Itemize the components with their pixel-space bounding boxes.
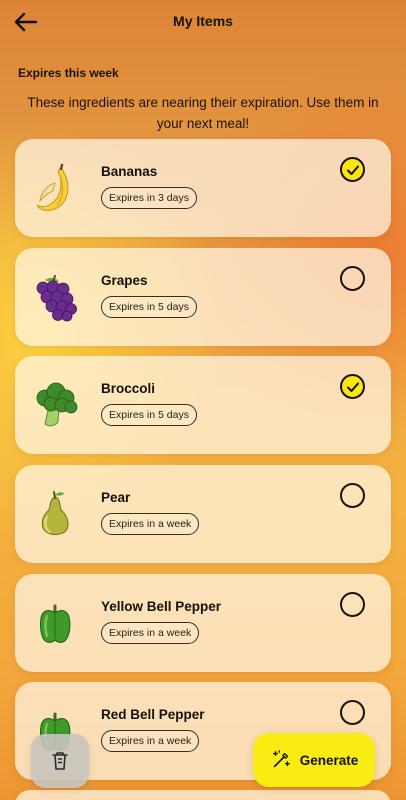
generate-button[interactable]: Generate xyxy=(253,733,375,787)
item-name: Yellow Bell Pepper xyxy=(101,599,222,614)
item-checkbox[interactable] xyxy=(340,483,365,508)
checkmark-icon xyxy=(346,165,359,175)
item-checkbox[interactable] xyxy=(340,157,365,182)
item-name: Grapes xyxy=(101,273,148,288)
top-bar: My Items xyxy=(0,0,406,44)
item-card-pear[interactable]: Pear Expires in a week xyxy=(15,465,391,563)
item-checkbox[interactable] xyxy=(340,700,365,725)
item-name: Red Bell Pepper xyxy=(101,707,205,722)
item-card-grapes[interactable]: Grapes Expires in 5 days xyxy=(15,248,391,346)
item-name: Broccoli xyxy=(101,381,156,396)
item-card-broccoli[interactable]: Broccoli Expires in 5 days xyxy=(15,356,391,454)
app-screen: My Items Expires this week These ingredi… xyxy=(0,0,406,800)
item-card-partial xyxy=(15,790,391,800)
expiry-badge: Expires in a week xyxy=(101,730,200,752)
expiry-badge: Expires in a week xyxy=(101,513,200,535)
banana-icon xyxy=(29,161,83,215)
section-description: These ingredients are nearing their expi… xyxy=(27,95,379,131)
expiry-badge: Expires in 5 days xyxy=(101,404,197,426)
bell-pepper-icon xyxy=(29,596,83,650)
grapes-icon xyxy=(29,270,83,324)
item-checkbox[interactable] xyxy=(340,266,365,291)
expiry-badge: Expires in 5 days xyxy=(101,296,197,318)
page-title: My Items xyxy=(173,13,233,29)
item-name: Pear xyxy=(101,490,131,505)
generate-label: Generate xyxy=(299,752,359,768)
item-card-yellow-bell-pepper[interactable]: Yellow Bell Pepper Expires in a week xyxy=(15,574,391,672)
delete-button[interactable] xyxy=(31,734,89,788)
expiry-badge: Expires in a week xyxy=(101,622,200,644)
item-checkbox[interactable] xyxy=(340,374,365,399)
item-checkbox[interactable] xyxy=(340,592,365,617)
trash-icon xyxy=(52,752,68,770)
magic-wand-icon xyxy=(272,750,290,768)
section-title: Expires this week xyxy=(18,66,119,80)
expiry-badge: Expires in 3 days xyxy=(101,187,197,209)
checkmark-icon xyxy=(346,382,359,392)
broccoli-icon xyxy=(29,378,83,432)
pear-icon xyxy=(29,487,83,541)
item-card-bananas[interactable]: Bananas Expires in 3 days xyxy=(15,139,391,237)
item-name: Bananas xyxy=(101,164,158,179)
